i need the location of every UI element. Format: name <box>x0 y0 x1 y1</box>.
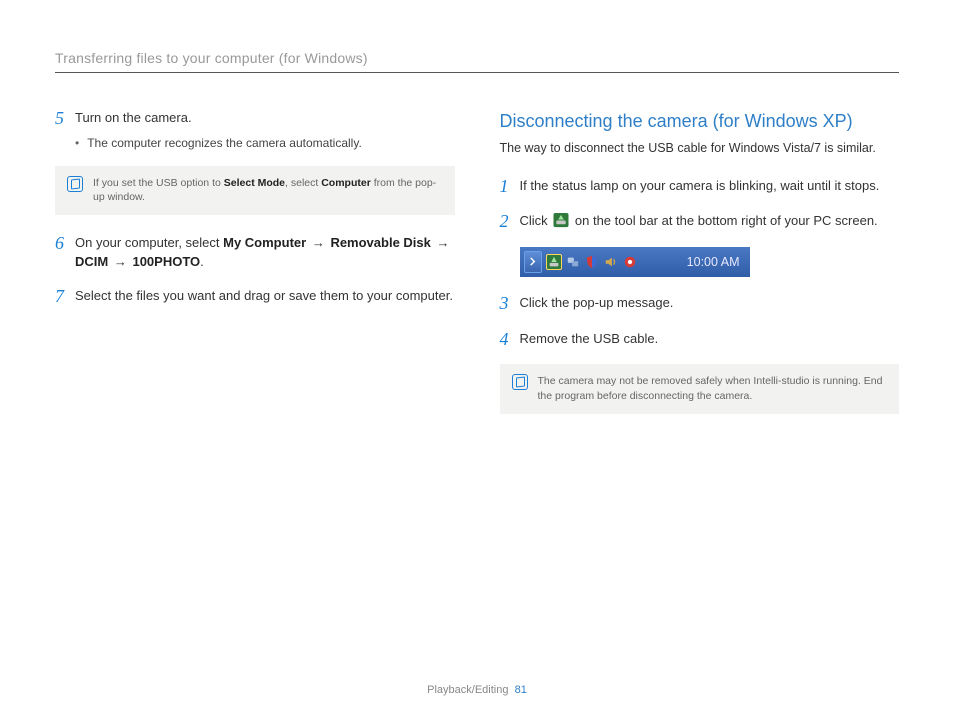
bullet-text: The computer recognizes the camera autom… <box>87 134 362 152</box>
path-my-computer: My Computer <box>223 235 306 250</box>
taskbar-clock[interactable]: 10:00 AM <box>687 253 740 272</box>
step-number: 6 <box>55 233 75 272</box>
s6-post: . <box>200 254 204 269</box>
step-6: 6 On your computer, select My Computer →… <box>55 233 455 272</box>
step-7: 7 Select the files you want and drag or … <box>55 286 455 308</box>
step-text: Select the files you want and drag or sa… <box>75 286 455 308</box>
windows-taskbar: 10:00 AM <box>520 247 750 277</box>
note-bold-2: Computer <box>321 177 371 189</box>
step-body: Click on the tool bar at the bottom righ… <box>520 211 900 233</box>
tray-volume-icon[interactable] <box>603 254 619 270</box>
arrow-icon: → <box>112 254 129 269</box>
step-number: 4 <box>500 329 520 351</box>
page-footer: Playback/Editing 81 <box>0 684 954 696</box>
tray-shield-icon[interactable] <box>584 254 600 270</box>
step-bullet: The computer recognizes the camera autom… <box>75 134 455 152</box>
step-number: 2 <box>500 211 520 233</box>
safely-remove-hardware-icon <box>553 213 569 228</box>
page-number: 81 <box>515 684 527 696</box>
right-column: Disconnecting the camera (for Windows XP… <box>500 108 900 432</box>
step-text: If the status lamp on your camera is bli… <box>520 176 900 198</box>
section-heading: Disconnecting the camera (for Windows XP… <box>500 108 900 135</box>
note-mid: , select <box>285 177 321 189</box>
left-column: 5 Turn on the camera. The computer recog… <box>55 108 455 432</box>
step-number: 5 <box>55 108 75 152</box>
step-4: 4 Remove the USB cable. <box>500 329 900 351</box>
note-pre: If you set the USB option to <box>93 177 224 189</box>
step-2: 2 Click on the tool bar at the bottom ri… <box>500 211 900 233</box>
step-text: Remove the USB cable. <box>520 329 900 351</box>
tray-expand-button[interactable] <box>524 251 542 273</box>
note-text: The camera may not be removed safely whe… <box>538 374 888 403</box>
footer-section: Playback/Editing <box>427 684 508 696</box>
content-columns: 5 Turn on the camera. The computer recog… <box>55 108 899 432</box>
s2-pre: Click <box>520 213 552 228</box>
step-1: 1 If the status lamp on your camera is b… <box>500 176 900 198</box>
step-3: 3 Click the pop-up message. <box>500 293 900 315</box>
arrow-icon: → <box>310 235 327 250</box>
chevron-right-icon <box>528 257 537 266</box>
step-text: Click the pop-up message. <box>520 293 900 315</box>
path-dcim: DCIM <box>75 254 108 269</box>
tray-update-icon[interactable] <box>622 254 638 270</box>
tray-network-icon[interactable] <box>565 254 581 270</box>
note-bold-1: Select Mode <box>224 177 285 189</box>
note-text: If you set the USB option to Select Mode… <box>93 176 443 205</box>
section-subtext: The way to disconnect the USB cable for … <box>500 139 900 158</box>
step-body: On your computer, select My Computer → R… <box>75 233 455 272</box>
note-box-intelli: The camera may not be removed safely whe… <box>500 364 900 413</box>
step-number: 1 <box>500 176 520 198</box>
system-tray <box>546 254 638 270</box>
step-number: 7 <box>55 286 75 308</box>
step-body: Turn on the camera. The computer recogni… <box>75 108 455 152</box>
tray-safely-remove-icon[interactable] <box>546 254 562 270</box>
arrow-icon: → <box>435 235 452 250</box>
note-icon <box>67 176 83 192</box>
step-text: Turn on the camera. <box>75 110 192 125</box>
s6-pre: On your computer, select <box>75 235 223 250</box>
note-icon <box>512 374 528 390</box>
s2-post: on the tool bar at the bottom right of y… <box>571 213 877 228</box>
note-box-usb: If you set the USB option to Select Mode… <box>55 166 455 215</box>
step-number: 3 <box>500 293 520 315</box>
page-header: Transferring files to your computer (for… <box>55 50 899 73</box>
path-removable-disk: Removable Disk <box>330 235 430 250</box>
path-100photo: 100PHOTO <box>132 254 200 269</box>
step-5: 5 Turn on the camera. The computer recog… <box>55 108 455 152</box>
